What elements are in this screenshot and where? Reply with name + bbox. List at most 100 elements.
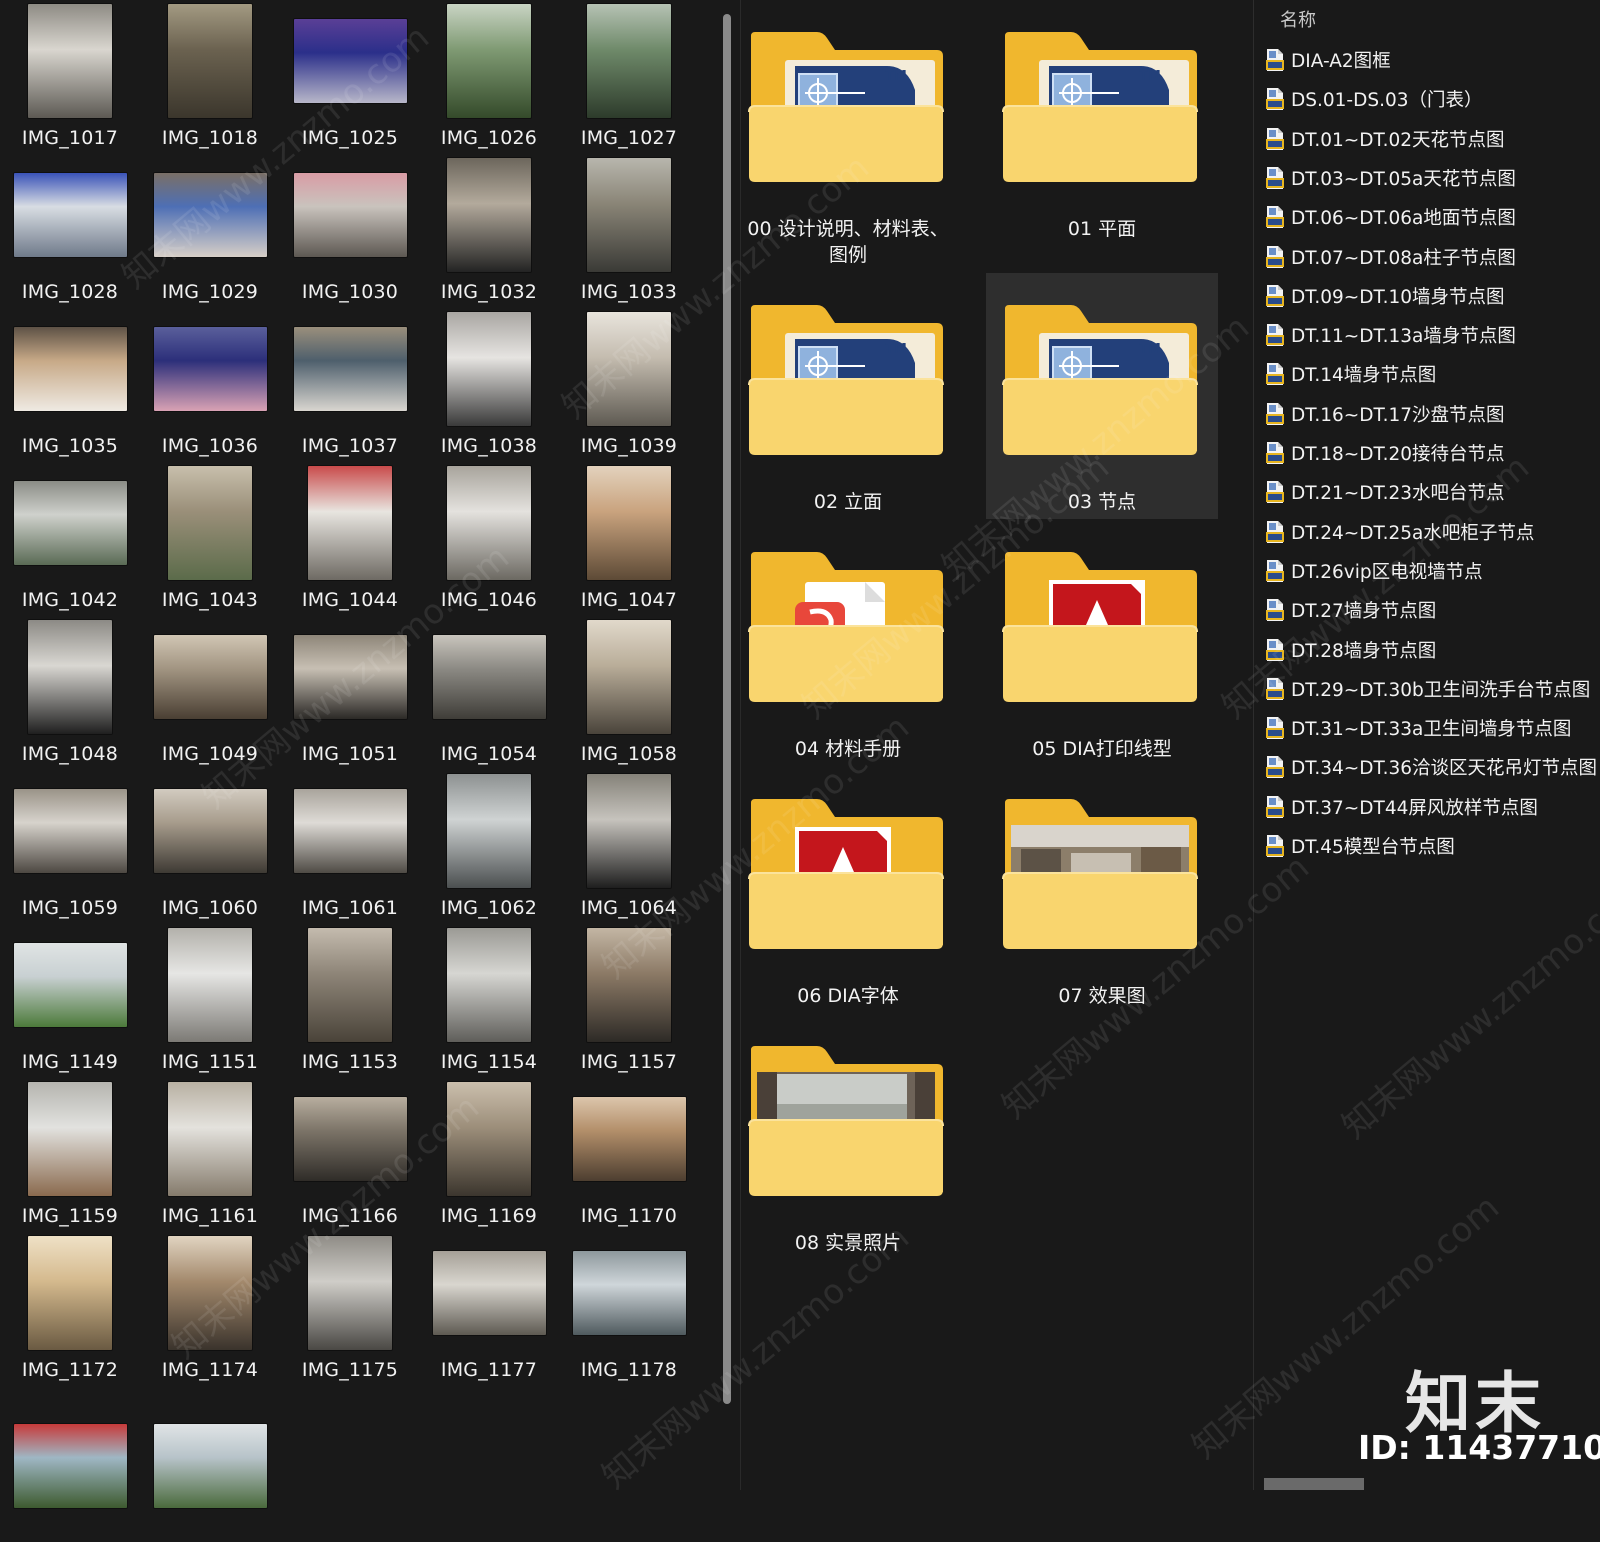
file-row[interactable]: DT.07~DT.08a柱子节点图 bbox=[1254, 239, 1600, 275]
photo-item[interactable]: IMG_1060 bbox=[140, 770, 280, 926]
file-row[interactable]: DT.11~DT.13a墙身节点图 bbox=[1254, 317, 1600, 353]
photo-item[interactable]: IMG_1027 bbox=[559, 0, 699, 156]
photo-item[interactable]: IMG_1048 bbox=[0, 616, 140, 772]
photo-item[interactable]: IMG_1037 bbox=[280, 308, 420, 464]
photo-item[interactable]: IMG_1049 bbox=[140, 616, 280, 772]
file-row[interactable]: DIA-A2图框 bbox=[1254, 42, 1600, 78]
photo-item[interactable]: IMG_1033 bbox=[559, 154, 699, 310]
folder-item[interactable]: 07 效果图 bbox=[986, 767, 1218, 1017]
file-row[interactable]: DT.21~DT.23水吧台节点 bbox=[1254, 474, 1600, 510]
photo-item[interactable]: IMG_1051 bbox=[280, 616, 420, 772]
photo-item[interactable]: IMG_1175 bbox=[280, 1232, 420, 1388]
photo-item[interactable]: IMG_1177 bbox=[419, 1232, 559, 1388]
photo-item[interactable]: IMG_1170 bbox=[559, 1078, 699, 1234]
file-row[interactable]: DT.31~DT.33a卫生间墙身节点图 bbox=[1254, 710, 1600, 746]
photo-item[interactable]: IMG_1029 bbox=[140, 154, 280, 310]
photo-thumbnail-frame bbox=[140, 1232, 280, 1354]
vertical-scrollbar[interactable] bbox=[723, 14, 731, 1404]
photo-item[interactable]: IMG_1028 bbox=[0, 154, 140, 310]
photo-item[interactable]: IMG_1061 bbox=[280, 770, 420, 926]
photo-item[interactable]: IMG_1062 bbox=[419, 770, 559, 926]
photo-item[interactable]: IMG_1059 bbox=[0, 770, 140, 926]
photo-item[interactable]: IMG_1044 bbox=[280, 462, 420, 618]
autocad-folder-icon: TM bbox=[1001, 30, 1199, 185]
photo-label: IMG_1061 bbox=[301, 897, 399, 919]
photo-item[interactable]: IMG_1026 bbox=[419, 0, 559, 156]
photo-item[interactable]: IMG_1054 bbox=[419, 616, 559, 772]
photo-item[interactable]: IMG_1149 bbox=[0, 924, 140, 1080]
file-row[interactable]: DT.26vip区电视墙节点 bbox=[1254, 553, 1600, 589]
file-name: DS.01-DS.03（门表） bbox=[1291, 90, 1483, 112]
horizontal-scrollbar[interactable] bbox=[1264, 1478, 1364, 1490]
photo-item[interactable]: IMG_1169 bbox=[419, 1078, 559, 1234]
photo-item[interactable]: IMG_1064 bbox=[559, 770, 699, 926]
file-row[interactable]: DT.28墙身节点图 bbox=[1254, 632, 1600, 668]
file-row[interactable]: DT.24~DT.25a水吧柜子节点 bbox=[1254, 514, 1600, 550]
file-row[interactable]: DT.27墙身节点图 bbox=[1254, 592, 1600, 628]
folder-label: 02 立面 bbox=[732, 489, 964, 515]
photo-thumbnail-frame bbox=[559, 616, 699, 738]
photo-item[interactable]: IMG_1017 bbox=[0, 0, 140, 156]
photo-item[interactable]: IMG_1018 bbox=[140, 0, 280, 156]
photo-item[interactable]: IMG_1042 bbox=[0, 462, 140, 618]
photo-item[interactable] bbox=[140, 1386, 280, 1542]
dwg-file-icon bbox=[1265, 677, 1285, 701]
folder-item[interactable]: 08 实景照片 bbox=[732, 1014, 964, 1264]
photo-item[interactable]: IMG_1172 bbox=[0, 1232, 140, 1388]
photo-item[interactable]: IMG_1046 bbox=[419, 462, 559, 618]
photo-item[interactable]: IMG_1030 bbox=[280, 154, 420, 310]
photo-item[interactable]: IMG_1025 bbox=[280, 0, 420, 156]
photo-item[interactable]: IMG_1178 bbox=[559, 1232, 699, 1388]
photo-thumbnail bbox=[28, 620, 112, 734]
file-name: DT.06~DT.06a地面节点图 bbox=[1291, 208, 1516, 230]
photo-item[interactable]: IMG_1153 bbox=[280, 924, 420, 1080]
folder-item[interactable]: TM 03 节点 bbox=[986, 273, 1218, 519]
file-row[interactable]: DT.34~DT.36洽谈区天花吊灯节点图 bbox=[1254, 749, 1600, 785]
file-row[interactable]: DT.01~DT.02天花节点图 bbox=[1254, 121, 1600, 157]
dwg-file-icon bbox=[1265, 362, 1285, 386]
folder-item[interactable]: TM 00 设计说明、材料表、 图例 bbox=[732, 0, 964, 266]
photo-thumbnail bbox=[587, 774, 671, 888]
column-header-name[interactable]: 名称 bbox=[1280, 6, 1316, 32]
photo-item[interactable]: IMG_1047 bbox=[559, 462, 699, 618]
photo-item[interactable]: IMG_1058 bbox=[559, 616, 699, 772]
photo-item[interactable]: IMG_1159 bbox=[0, 1078, 140, 1234]
photo-item[interactable]: IMG_1151 bbox=[140, 924, 280, 1080]
file-row[interactable]: DT.45模型台节点图 bbox=[1254, 828, 1600, 864]
photo-item[interactable] bbox=[0, 1386, 140, 1542]
photo-label: IMG_1029 bbox=[161, 281, 259, 303]
file-row[interactable]: DT.06~DT.06a地面节点图 bbox=[1254, 199, 1600, 235]
photo-label: IMG_1054 bbox=[440, 743, 538, 765]
photo-label: IMG_1018 bbox=[161, 127, 259, 149]
photo-thumbnail bbox=[293, 173, 407, 257]
file-row[interactable]: DT.03~DT.05a天花节点图 bbox=[1254, 160, 1600, 196]
file-row[interactable]: DT.16~DT.17沙盘节点图 bbox=[1254, 396, 1600, 432]
photo-item[interactable]: IMG_1157 bbox=[559, 924, 699, 1080]
photo-item[interactable]: IMG_1174 bbox=[140, 1232, 280, 1388]
photo-thumbnail-frame bbox=[0, 924, 140, 1046]
photo-item[interactable]: IMG_1166 bbox=[280, 1078, 420, 1234]
folder-item[interactable]: TM 02 立面 bbox=[732, 273, 964, 523]
folder-item[interactable]: 06 DIA字体 bbox=[732, 767, 964, 1017]
photo-item[interactable]: IMG_1035 bbox=[0, 308, 140, 464]
photo-thumbnail bbox=[13, 481, 127, 565]
folder-item[interactable]: 05 DIA打印线型 bbox=[986, 520, 1218, 770]
file-row[interactable]: DS.01-DS.03（门表） bbox=[1254, 81, 1600, 117]
photo-item[interactable]: IMG_1038 bbox=[419, 308, 559, 464]
photo-item[interactable]: IMG_1036 bbox=[140, 308, 280, 464]
photo-thumbnail-frame bbox=[559, 462, 699, 584]
photo-item[interactable]: IMG_1039 bbox=[559, 308, 699, 464]
dwg-file-icon bbox=[1265, 716, 1285, 740]
folder-label: 01 平面 bbox=[986, 216, 1218, 242]
file-row[interactable]: DT.09~DT.10墙身节点图 bbox=[1254, 278, 1600, 314]
folder-item[interactable]: 04 材料手册 bbox=[732, 520, 964, 770]
photo-item[interactable]: IMG_1154 bbox=[419, 924, 559, 1080]
file-row[interactable]: DT.29~DT.30b卫生间洗手台节点图 bbox=[1254, 671, 1600, 707]
photo-item[interactable]: IMG_1043 bbox=[140, 462, 280, 618]
photo-item[interactable]: IMG_1161 bbox=[140, 1078, 280, 1234]
file-row[interactable]: DT.14墙身节点图 bbox=[1254, 356, 1600, 392]
photo-item[interactable]: IMG_1032 bbox=[419, 154, 559, 310]
file-row[interactable]: DT.37~DT44屏风放样节点图 bbox=[1254, 789, 1600, 825]
folder-item[interactable]: TM 01 平面 bbox=[986, 0, 1218, 250]
file-row[interactable]: DT.18~DT.20接待台节点 bbox=[1254, 435, 1600, 471]
